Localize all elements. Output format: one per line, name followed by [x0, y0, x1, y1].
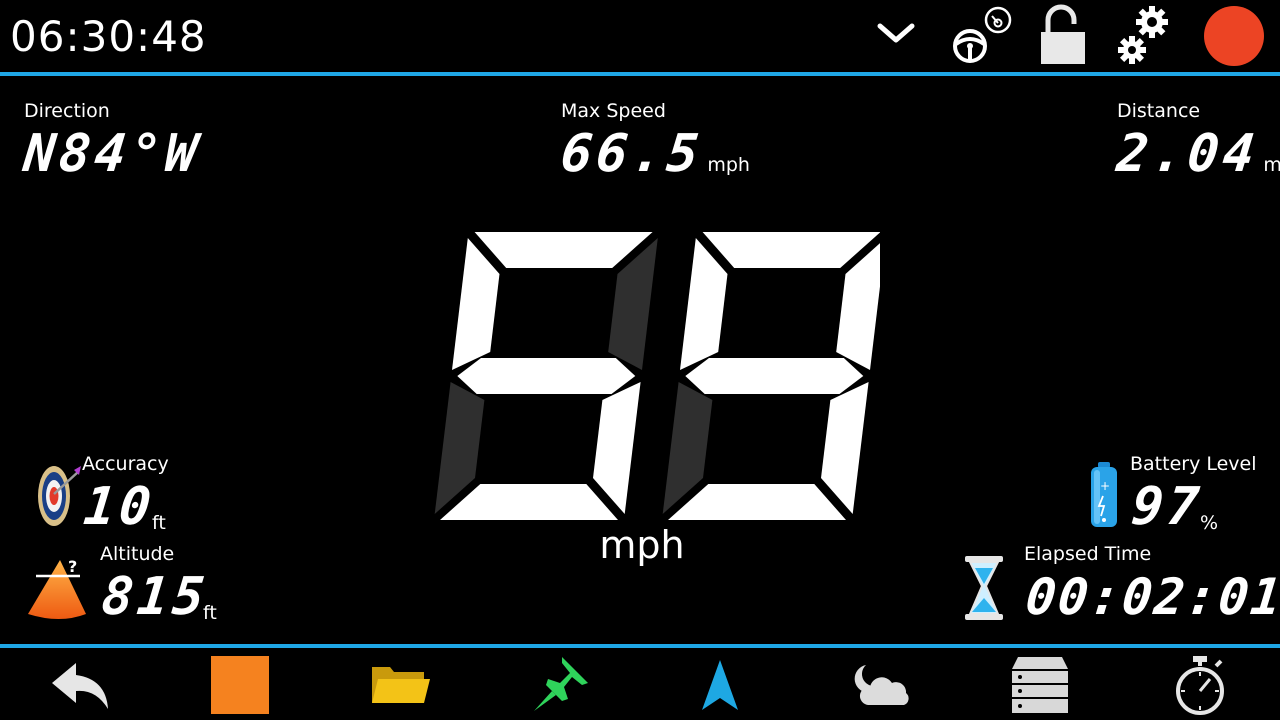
accuracy-label: Accuracy: [82, 453, 169, 475]
stop-button[interactable]: [176, 649, 304, 720]
direction-label: Direction: [24, 100, 110, 122]
distance-label: Distance: [1117, 100, 1201, 122]
distance-unit: mi: [1263, 154, 1280, 176]
stopwatch-button[interactable]: [1136, 649, 1264, 720]
speed-digit-1-segment-c: [593, 382, 641, 514]
speed-display: [430, 232, 886, 524]
speed-digits: [434, 232, 886, 520]
speed-digit-1-segment-d: [440, 484, 618, 520]
altitude-icon: ?: [24, 554, 94, 620]
pin-icon: [534, 656, 588, 711]
back-button[interactable]: [16, 649, 144, 720]
max-speed-unit: mph: [707, 154, 750, 176]
altitude-unit: ft: [203, 602, 217, 624]
unlock-icon[interactable]: [1038, 4, 1088, 66]
target-icon: [34, 460, 82, 530]
back-icon: [52, 662, 108, 709]
hourglass-icon: [962, 554, 1006, 622]
distance-readout: 2.04 mi: [1113, 124, 1280, 184]
accuracy-value: 10: [80, 477, 158, 537]
speed-digit-2-segment-f: [680, 238, 728, 370]
speed-digit-1-segment-a: [474, 232, 653, 268]
altitude-label: Altitude: [100, 543, 175, 565]
record-icon[interactable]: [1203, 5, 1265, 67]
pin-button[interactable]: [496, 649, 624, 720]
battery-label: Battery Level: [1130, 453, 1257, 475]
bottom-toolbar: [0, 649, 1280, 720]
chevron-down-icon[interactable]: [874, 18, 918, 48]
speed-digit-1-segment-f: [452, 238, 500, 370]
storage-icon: [1012, 656, 1068, 713]
storage-button[interactable]: [976, 649, 1104, 720]
weather-button[interactable]: [816, 649, 944, 720]
weather-icon: [854, 664, 909, 705]
folder-button[interactable]: [336, 649, 464, 720]
svg-text:+: +: [1100, 479, 1110, 493]
max-speed-label: Max Speed: [561, 100, 666, 122]
steering-wheel-icon[interactable]: [948, 4, 1014, 66]
speed-unit: mph: [599, 523, 685, 567]
svg-text:?: ?: [68, 557, 77, 576]
stop-icon: [211, 655, 269, 714]
clock: 06:30:48: [10, 12, 207, 61]
status-bar: 06:30:48: [0, 0, 1280, 72]
speed-digit-2-segment-d: [668, 484, 846, 520]
direction-value: N84°W: [20, 124, 204, 184]
battery-value: 97: [1128, 477, 1206, 537]
navigation-arrow-icon: [702, 659, 738, 710]
top-divider: [0, 72, 1280, 76]
speed-digit-2-segment-c: [821, 382, 869, 514]
accuracy-unit: ft: [152, 512, 166, 534]
speed-digit-2-segment-g: [685, 358, 864, 394]
elapsed-label: Elapsed Time: [1024, 543, 1152, 565]
max-speed-readout: 66.5 mph: [557, 124, 750, 184]
gears-icon[interactable]: [1114, 4, 1172, 68]
battery-icon: +: [1088, 460, 1120, 530]
distance-value: 2.04: [1113, 124, 1262, 184]
navigation-button[interactable]: [656, 649, 784, 720]
speed-digit-2-segment-a: [702, 232, 881, 268]
speed-digit-1-segment-g: [457, 358, 636, 394]
bottom-divider: [0, 644, 1280, 648]
stopwatch-icon: [1176, 655, 1224, 715]
elapsed-value: 00:02:01: [1022, 568, 1280, 626]
battery-unit: %: [1200, 512, 1219, 534]
altitude-value: 815: [98, 567, 212, 627]
max-speed-value: 66.5: [557, 124, 706, 184]
folder-icon: [372, 666, 430, 703]
